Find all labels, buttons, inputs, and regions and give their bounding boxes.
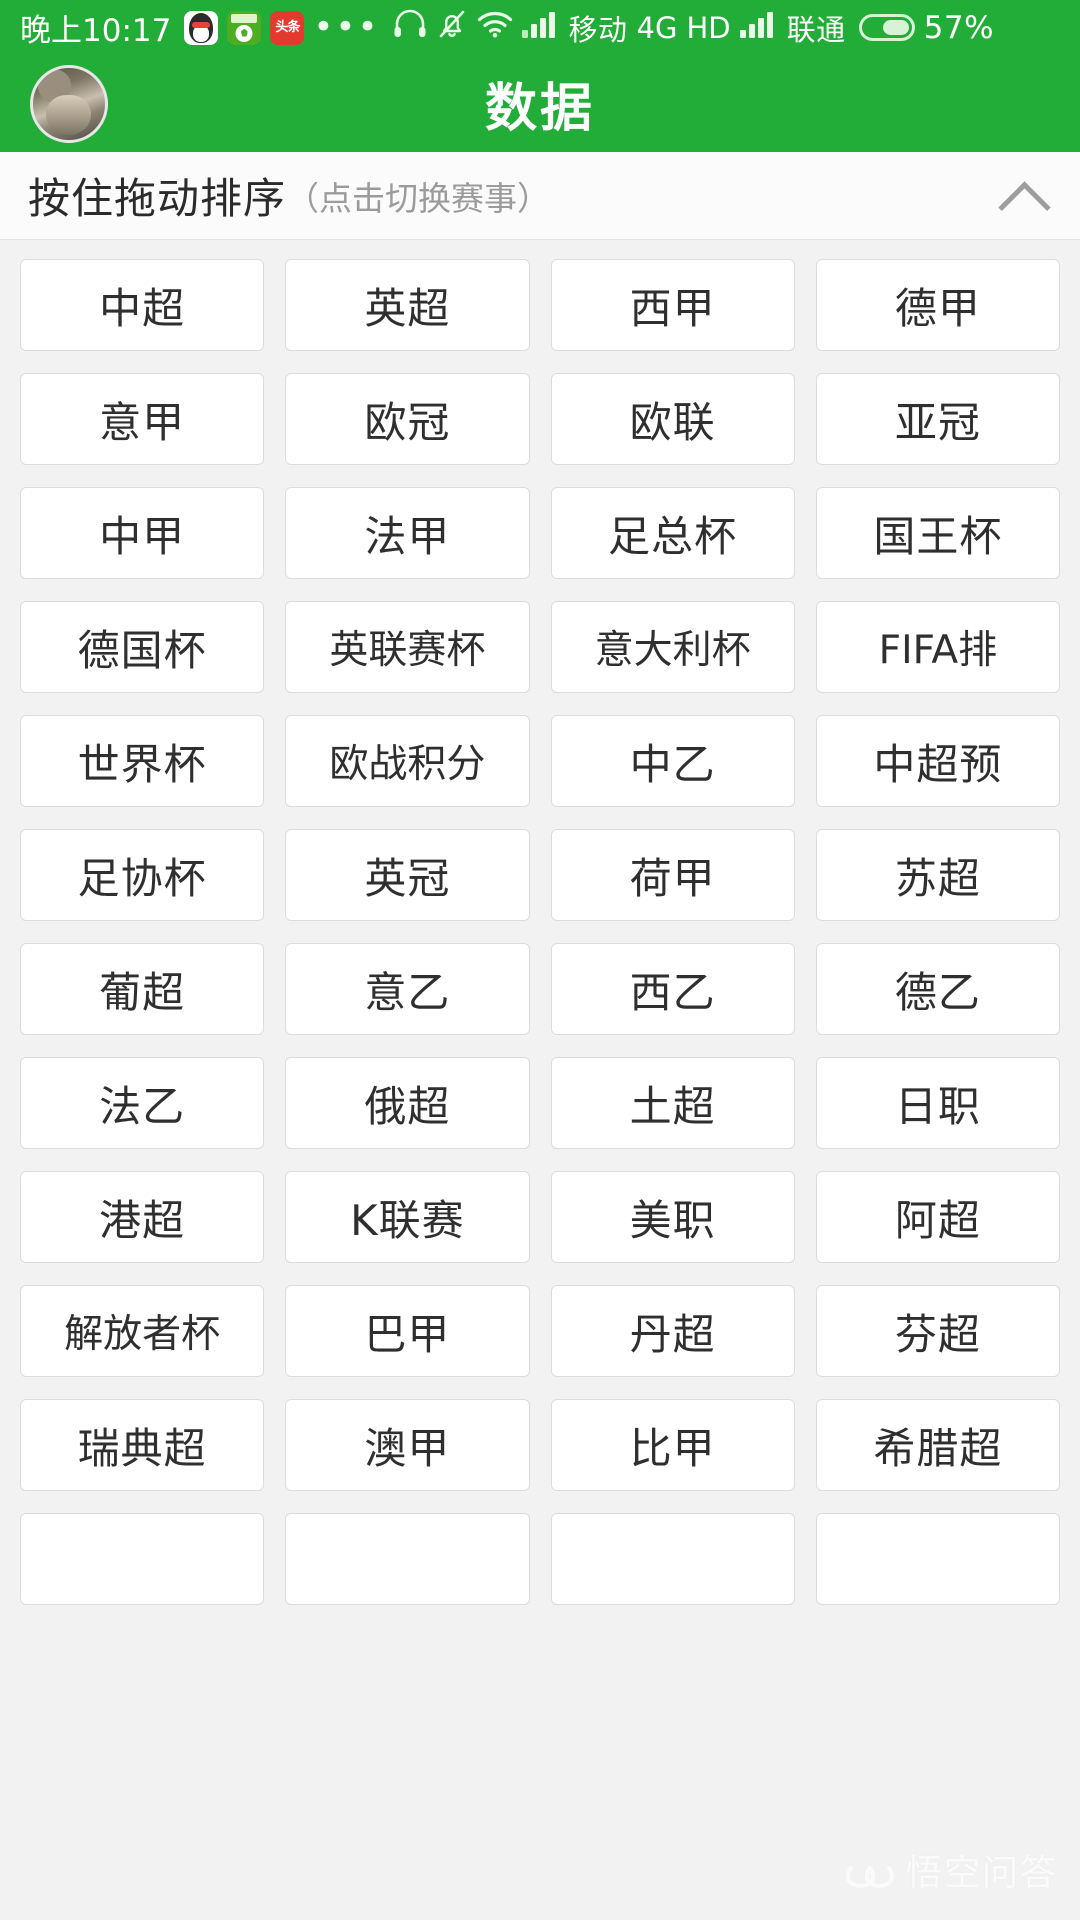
league-tile[interactable]: 英冠: [285, 829, 530, 921]
app-screen: 晚上10:17 头条 ••• 移动 4G HD 联通 57% 数据 按住拖动排序…: [0, 0, 1080, 1920]
overflow-dots-icon: •••: [313, 7, 380, 47]
battery-percent-label: 57%: [923, 9, 995, 46]
league-tile[interactable]: 欧联: [550, 373, 795, 465]
league-tile[interactable]: 德乙: [815, 943, 1060, 1035]
league-tile[interactable]: 中乙: [550, 715, 795, 807]
league-tile[interactable]: FIFA排: [815, 601, 1060, 693]
sort-instruction-hint: （点击切换赛事）: [286, 178, 551, 218]
league-tile[interactable]: 法乙: [20, 1057, 265, 1149]
league-tile[interactable]: 俄超: [285, 1057, 530, 1149]
league-tile[interactable]: 意甲: [20, 373, 265, 465]
league-tile[interactable]: 国王杯: [815, 487, 1060, 579]
league-tile[interactable]: 西甲: [550, 259, 795, 351]
league-tile[interactable]: 比甲: [550, 1399, 795, 1491]
watermark-label: 悟空问答: [905, 1853, 1058, 1894]
battery-icon: [858, 14, 915, 41]
league-tile[interactable]: 美职: [550, 1171, 795, 1263]
league-tile[interactable]: 世界杯: [20, 715, 265, 807]
league-grid-container: 中超 英超 西甲 德甲意甲 欧冠 欧联 亚冠中甲 法甲 足总杯 国王杯德国杯 英联赛杯 意大利杯 FIF…: [0, 240, 1080, 1605]
league-tile[interactable]: 阿超: [815, 1171, 1060, 1263]
league-tile[interactable]: 日职: [815, 1057, 1060, 1149]
league-tile[interactable]: 意乙: [285, 943, 530, 1035]
sort-instruction-bar[interactable]: 按住拖动排序 （点击切换赛事）: [0, 152, 1080, 240]
league-tile[interactable]: 澳甲: [285, 1399, 530, 1491]
league-tile[interactable]: 葡超: [20, 943, 265, 1035]
league-tile[interactable]: 西乙: [550, 943, 795, 1035]
page-title: 数据: [484, 79, 595, 139]
avatar[interactable]: [30, 64, 108, 143]
league-tile[interactable]: 欧战积分: [285, 715, 530, 807]
league-tile[interactable]: [285, 1513, 530, 1605]
league-tile[interactable]: K联赛: [285, 1171, 530, 1263]
league-grid: 中超 英超 西甲 德甲意甲 欧冠 欧联 亚冠中甲 法甲 足总杯 国王杯德国杯 英联赛杯 意大利杯 FIF…: [20, 259, 1060, 1605]
bell-muted-icon: [436, 8, 468, 48]
league-tile[interactable]: 荷甲: [550, 829, 795, 921]
football-app-icon: [227, 10, 262, 45]
carrier-name-primary: 移动: [568, 12, 628, 47]
toutiao-icon: 头条: [270, 10, 305, 45]
league-tile[interactable]: 苏超: [815, 829, 1060, 921]
status-bar: 晚上10:17 头条 ••• 移动 4G HD 联通 57%: [0, 0, 1080, 55]
league-tile[interactable]: 德国杯: [20, 601, 265, 693]
league-tile[interactable]: 法甲: [285, 487, 530, 579]
carrier-name-secondary: 联通: [786, 12, 846, 47]
league-tile[interactable]: 欧冠: [285, 373, 530, 465]
league-tile[interactable]: 亚冠: [815, 373, 1060, 465]
signal-bars-icon: [521, 10, 556, 46]
signal-bars-icon: [739, 10, 774, 46]
league-tile[interactable]: 丹超: [550, 1285, 795, 1377]
wukong-logo-icon: [845, 1855, 894, 1888]
sort-instruction-label: 按住拖动排序: [28, 174, 287, 223]
league-tile[interactable]: 足总杯: [550, 487, 795, 579]
league-tile[interactable]: 英联赛杯: [285, 601, 530, 693]
league-tile[interactable]: 中甲: [20, 487, 265, 579]
wifi-icon: [477, 10, 513, 46]
league-tile[interactable]: 希腊超: [815, 1399, 1060, 1491]
status-bar-clock: 晚上10:17: [20, 13, 172, 49]
chevron-up-icon[interactable]: [1000, 173, 1046, 219]
network-type-label: 4G: [636, 10, 678, 45]
league-tile[interactable]: 解放者杯: [20, 1285, 265, 1377]
headset-icon: [393, 9, 427, 47]
league-tile[interactable]: [815, 1513, 1060, 1605]
watermark: 悟空问答: [845, 1844, 1058, 1896]
app-header: 数据: [0, 55, 1080, 152]
league-tile[interactable]: 足协杯: [20, 829, 265, 921]
league-tile[interactable]: 土超: [550, 1057, 795, 1149]
league-tile[interactable]: [20, 1513, 265, 1605]
league-tile[interactable]: 芬超: [815, 1285, 1060, 1377]
league-tile[interactable]: 巴甲: [285, 1285, 530, 1377]
league-tile[interactable]: 英超: [285, 259, 530, 351]
qq-icon: [184, 10, 219, 45]
volte-hd-label: HD: [686, 10, 731, 45]
league-tile[interactable]: 中超: [20, 259, 265, 351]
league-tile[interactable]: 中超预: [815, 715, 1060, 807]
league-tile[interactable]: 德甲: [815, 259, 1060, 351]
league-tile[interactable]: [550, 1513, 795, 1605]
league-tile[interactable]: 港超: [20, 1171, 265, 1263]
league-tile[interactable]: 瑞典超: [20, 1399, 265, 1491]
league-tile[interactable]: 意大利杯: [550, 601, 795, 693]
